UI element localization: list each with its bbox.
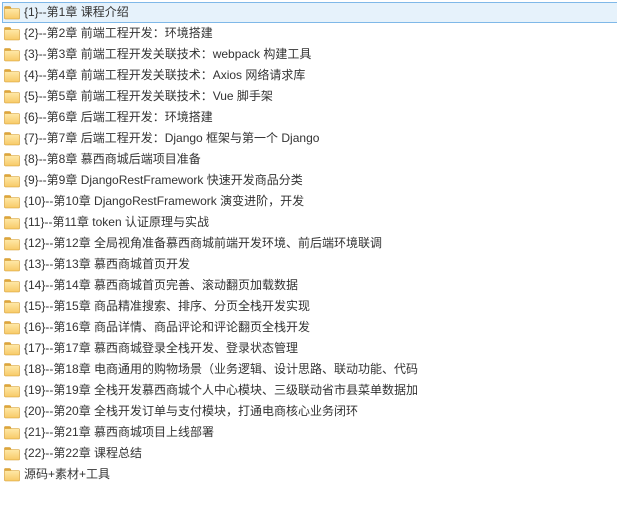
folder-label: {20}--第20章 全栈开发订单与支付模块，打通电商核心业务闭环 [24,401,358,422]
folder-icon [4,405,20,419]
folder-label: {10}--第10章 DjangoRestFramework 演变进阶，开发 [24,191,304,212]
folder-icon [4,153,20,167]
folder-icon [4,48,20,62]
folder-label: {17}--第17章 慕西商城登录全栈开发、登录状态管理 [24,338,298,359]
folder-label: {21}--第21章 慕西商城项目上线部署 [24,422,214,443]
folder-list: {1}--第1章 课程介绍{2}--第2章 前端工程开发：环境搭建{3}--第3… [2,2,617,485]
folder-icon [4,216,20,230]
folder-icon [4,426,20,440]
folder-item[interactable]: {15}--第15章 商品精准搜索、排序、分页全栈开发实现 [2,296,617,317]
folder-label: {22}--第22章 课程总结 [24,443,142,464]
folder-label: {15}--第15章 商品精准搜索、排序、分页全栈开发实现 [24,296,310,317]
folder-label: {11}--第11章 token 认证原理与实战 [24,212,209,233]
folder-label: {2}--第2章 前端工程开发：环境搭建 [24,23,213,44]
folder-icon [4,384,20,398]
folder-item[interactable]: {20}--第20章 全栈开发订单与支付模块，打通电商核心业务闭环 [2,401,617,422]
folder-icon [4,174,20,188]
folder-item[interactable]: {19}--第19章 全栈开发慕西商城个人中心模块、三级联动省市县菜单数据加 [2,380,617,401]
folder-icon [4,27,20,41]
folder-item[interactable]: {1}--第1章 课程介绍 [2,2,617,23]
folder-item[interactable]: {8}--第8章 慕西商城后端项目准备 [2,149,617,170]
folder-icon [4,300,20,314]
folder-label: {6}--第6章 后端工程开发：环境搭建 [24,107,213,128]
folder-item[interactable]: {21}--第21章 慕西商城项目上线部署 [2,422,617,443]
folder-icon [4,237,20,251]
folder-label: 源码+素材+工具 [24,464,110,485]
folder-item[interactable]: {5}--第5章 前端工程开发关联技术：Vue 脚手架 [2,86,617,107]
folder-icon [4,342,20,356]
folder-icon [4,90,20,104]
folder-label: {3}--第3章 前端工程开发关联技术：webpack 构建工具 [24,44,311,65]
folder-label: {1}--第1章 课程介绍 [24,3,129,22]
folder-icon [4,258,20,272]
folder-icon [4,195,20,209]
folder-label: {9}--第9章 DjangoRestFramework 快速开发商品分类 [24,170,303,191]
folder-label: {4}--第4章 前端工程开发关联技术：Axios 网络请求库 [24,65,305,86]
folder-item[interactable]: {4}--第4章 前端工程开发关联技术：Axios 网络请求库 [2,65,617,86]
folder-item[interactable]: {13}--第13章 慕西商城首页开发 [2,254,617,275]
folder-icon [4,468,20,482]
folder-label: {7}--第7章 后端工程开发：Django 框架与第一个 Django [24,128,319,149]
folder-item[interactable]: {9}--第9章 DjangoRestFramework 快速开发商品分类 [2,170,617,191]
folder-label: {19}--第19章 全栈开发慕西商城个人中心模块、三级联动省市县菜单数据加 [24,380,418,401]
folder-icon [4,69,20,83]
folder-item[interactable]: {18}--第18章 电商通用的购物场景（业务逻辑、设计思路、联动功能、代码 [2,359,617,380]
folder-item[interactable]: {17}--第17章 慕西商城登录全栈开发、登录状态管理 [2,338,617,359]
folder-label: {16}--第16章 商品详情、商品评论和评论翻页全栈开发 [24,317,310,338]
folder-icon [4,447,20,461]
folder-item[interactable]: {16}--第16章 商品详情、商品评论和评论翻页全栈开发 [2,317,617,338]
folder-label: {18}--第18章 电商通用的购物场景（业务逻辑、设计思路、联动功能、代码 [24,359,418,380]
folder-item[interactable]: {12}--第12章 全局视角准备慕西商城前端开发环境、前后端环境联调 [2,233,617,254]
folder-icon [4,279,20,293]
folder-item[interactable]: {7}--第7章 后端工程开发：Django 框架与第一个 Django [2,128,617,149]
folder-label: {14}--第14章 慕西商城首页完善、滚动翻页加载数据 [24,275,298,296]
folder-icon [4,6,20,20]
folder-icon [4,363,20,377]
folder-label: {13}--第13章 慕西商城首页开发 [24,254,190,275]
folder-label: {12}--第12章 全局视角准备慕西商城前端开发环境、前后端环境联调 [24,233,382,254]
folder-icon [4,111,20,125]
folder-item[interactable]: {22}--第22章 课程总结 [2,443,617,464]
folder-item[interactable]: {10}--第10章 DjangoRestFramework 演变进阶，开发 [2,191,617,212]
folder-label: {5}--第5章 前端工程开发关联技术：Vue 脚手架 [24,86,273,107]
folder-item[interactable]: {11}--第11章 token 认证原理与实战 [2,212,617,233]
folder-item[interactable]: {14}--第14章 慕西商城首页完善、滚动翻页加载数据 [2,275,617,296]
folder-icon [4,321,20,335]
folder-item[interactable]: {3}--第3章 前端工程开发关联技术：webpack 构建工具 [2,44,617,65]
folder-item[interactable]: {2}--第2章 前端工程开发：环境搭建 [2,23,617,44]
folder-label: {8}--第8章 慕西商城后端项目准备 [24,149,201,170]
folder-item[interactable]: 源码+素材+工具 [2,464,617,485]
folder-item[interactable]: {6}--第6章 后端工程开发：环境搭建 [2,107,617,128]
folder-icon [4,132,20,146]
